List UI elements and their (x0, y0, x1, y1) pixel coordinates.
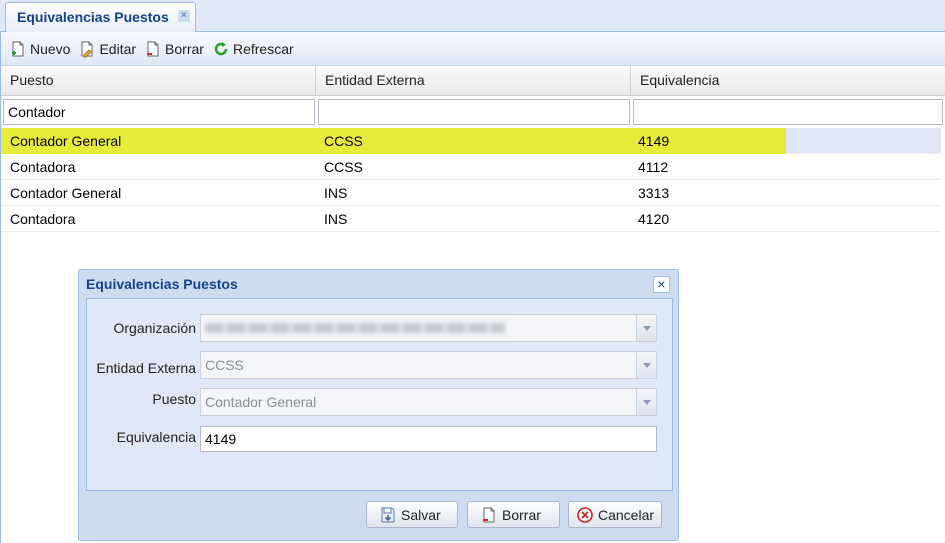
table-row[interactable]: Contadora CCSS 4112 (1, 154, 941, 180)
table-row[interactable]: Contadora INS 4120 (1, 206, 941, 232)
delete-button-label: Borrar (502, 506, 541, 523)
filter-input-entidad[interactable] (318, 99, 630, 125)
edit-dialog: Equivalencias Puestos × Organización Ent… (78, 269, 679, 541)
new-button-label: Nuevo (30, 40, 71, 57)
field-equivalencia: Equivalencia 4149 (87, 426, 674, 454)
delete-button[interactable]: Borrar (144, 40, 204, 58)
cell-entidad: INS (324, 185, 348, 201)
save-icon (381, 507, 395, 522)
entidad-externa-value: CCSS (205, 357, 244, 373)
dialog-form: Organización Entidad Externa CCSS Puesto… (86, 298, 673, 491)
column-header-entidad-externa[interactable]: Entidad Externa (316, 66, 631, 95)
equivalencia-label: Equivalencia (116, 429, 196, 445)
dialog-title[interactable]: Equivalencias Puestos (79, 270, 678, 298)
filter-input-puesto[interactable] (3, 99, 315, 125)
equivalencia-input[interactable]: 4149 (200, 426, 657, 452)
save-button-label: Salvar (401, 506, 441, 523)
delete-document-icon (483, 507, 495, 522)
tab-title: Equivalencias Puestos (17, 9, 169, 25)
field-entidad-externa: Entidad Externa CCSS (87, 351, 674, 379)
refresh-button-label: Refrescar (232, 40, 294, 57)
close-icon[interactable]: × (653, 276, 670, 293)
puesto-combo[interactable]: Contador General (200, 388, 657, 416)
tab-equivalencias-puestos[interactable]: Equivalencias Puestos × (5, 2, 196, 32)
column-header-puesto[interactable]: Puesto (1, 66, 316, 95)
cell-equivalencia: 4120 (638, 211, 670, 227)
puesto-value: Contador General (205, 394, 317, 410)
cell-entidad: CCSS (324, 133, 363, 149)
dialog-footer: Salvar Borrar Cancelar (79, 498, 678, 534)
cell-puesto: Contador General (10, 185, 122, 201)
cell-puesto: Contadora (10, 159, 76, 175)
new-document-icon (12, 41, 24, 56)
entidad-externa-combo[interactable]: CCSS (200, 351, 657, 379)
field-puesto: Puesto Contador General (87, 388, 674, 416)
chevron-down-icon[interactable] (636, 315, 656, 341)
cell-equivalencia: 3313 (638, 185, 670, 201)
save-button[interactable]: Salvar (366, 501, 458, 528)
cell-puesto: Contadora (10, 211, 76, 227)
table-row[interactable]: Contador General INS 3313 (1, 180, 941, 206)
refresh-button[interactable]: Refrescar (212, 40, 294, 58)
cell-puesto: Contador General (10, 133, 122, 149)
filter-cell-puesto (1, 99, 316, 128)
edit-document-icon (81, 41, 93, 57)
cell-equivalencia: 4112 (638, 159, 669, 175)
grid-header: Puesto Entidad Externa Equivalencia (1, 66, 945, 96)
cell-entidad: CCSS (324, 159, 363, 175)
cancel-icon (577, 506, 593, 523)
entidad-externa-label: Entidad Externa (96, 360, 196, 376)
chevron-down-icon[interactable] (636, 352, 656, 378)
puesto-label: Puesto (152, 391, 196, 407)
toolbar: Nuevo Editar Borrar Refrescar (1, 32, 945, 66)
cell-entidad: INS (324, 211, 348, 227)
edit-button[interactable]: Editar (78, 40, 136, 58)
field-organizacion: Organización (87, 314, 674, 342)
table-row[interactable]: Contador General CCSS 4149 (1, 128, 941, 154)
column-header-equivalencia[interactable]: Equivalencia (631, 66, 944, 95)
delete-button[interactable]: Borrar (467, 501, 560, 528)
grid-body: Contador General CCSS 4149 Contadora CCS… (1, 128, 945, 232)
redacted-value (205, 323, 505, 333)
chevron-down-icon[interactable] (636, 389, 656, 415)
filter-cell-entidad (316, 99, 631, 128)
filter-cell-equivalencia (631, 99, 944, 128)
edit-button-label: Editar (99, 40, 137, 57)
organizacion-combo[interactable] (200, 314, 657, 342)
tab-strip: Equivalencias Puestos × (0, 0, 945, 32)
organizacion-label: Organización (113, 320, 197, 336)
cell-equivalencia: 4149 (638, 133, 670, 149)
filter-input-equivalencia[interactable] (633, 99, 943, 125)
delete-button-label: Borrar (165, 40, 204, 57)
cancel-button[interactable]: Cancelar (568, 501, 662, 528)
refresh-icon (214, 41, 228, 55)
filter-row (1, 96, 945, 128)
new-button[interactable]: Nuevo (9, 40, 70, 58)
close-icon[interactable]: × (177, 10, 190, 22)
delete-document-icon (147, 41, 159, 56)
cancel-button-label: Cancelar (598, 506, 655, 523)
